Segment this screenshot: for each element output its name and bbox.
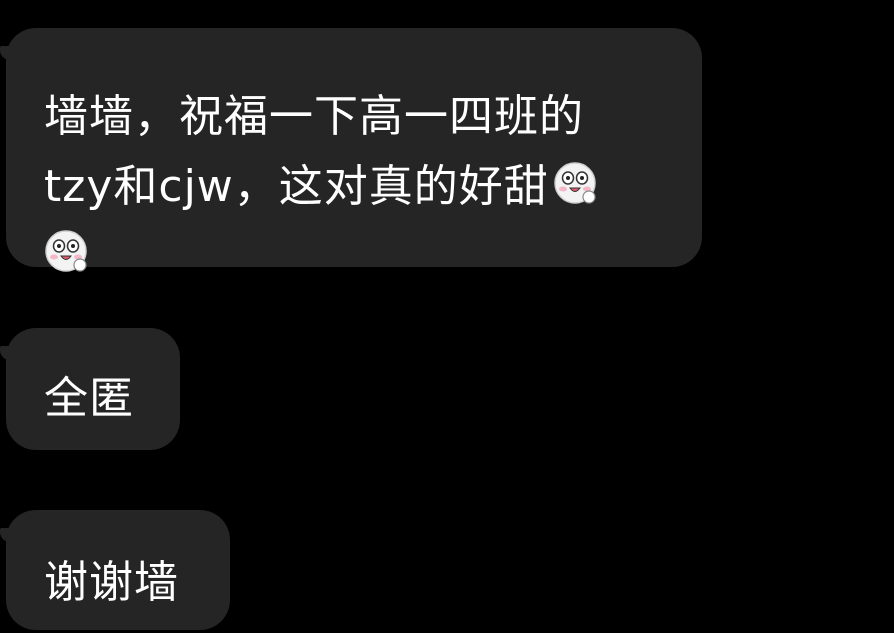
chat-bubble-message-1[interactable]: 墙墙，祝福一下高一四班的 tzy和cjw，这对真的好甜 [0, 28, 702, 272]
chat-bubble-message-3[interactable]: 谢谢墙 [0, 510, 230, 630]
message-1-line-1: 墙墙，祝福一下高一四班的 [44, 91, 584, 142]
message-text-2: 全匿 [44, 373, 134, 424]
shocked-face-emoji-icon [44, 229, 88, 273]
chat-bubble-message-2[interactable]: 全匿 [0, 328, 180, 450]
message-text-1: 墙墙，祝福一下高一四班的 tzy和cjw，这对真的好甜 [44, 82, 702, 290]
message-text-3: 谢谢墙 [44, 557, 179, 608]
shocked-face-emoji-icon [553, 161, 597, 205]
message-1-line-2: tzy和cjw，这对真的好甜 [44, 161, 549, 212]
